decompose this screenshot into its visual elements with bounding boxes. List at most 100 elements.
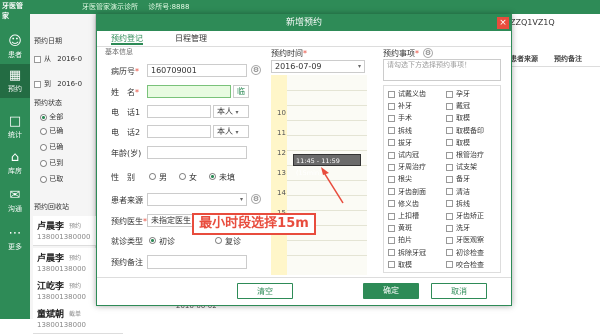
tab-schedule[interactable]: 日程管理 [175, 33, 207, 45]
status-option-all[interactable]: 全部 [40, 112, 63, 122]
ok-button[interactable]: 确定 [363, 283, 419, 299]
item-checkbox[interactable]: 试戴义齿 [388, 89, 426, 99]
checkbox[interactable] [388, 200, 395, 208]
gear-icon[interactable]: ⚙ [251, 65, 261, 75]
checkbox[interactable] [446, 249, 453, 257]
item-checkbox[interactable]: 牙齿剖面 [388, 187, 426, 197]
item-checkbox[interactable]: 备牙 [446, 174, 470, 184]
item-checkbox[interactable]: 根管治疗 [446, 150, 484, 160]
item-checkbox[interactable]: 取模 [388, 260, 412, 270]
item-checkbox[interactable]: 牙周治疗 [388, 162, 426, 172]
checkbox[interactable] [388, 102, 395, 110]
status-option[interactable]: 已确 [40, 142, 63, 152]
item-checkbox[interactable]: 孕牙 [446, 89, 470, 99]
to-checkbox[interactable] [34, 80, 41, 88]
item-checkbox[interactable]: 清洁 [446, 187, 470, 197]
checkbox[interactable] [446, 175, 453, 183]
checkbox[interactable] [388, 127, 395, 135]
record-input[interactable]: 160709001 [147, 64, 247, 77]
gender-female-radio[interactable] [179, 173, 186, 180]
items-textarea[interactable]: 请勾选下方选择预约事项！ [383, 59, 501, 81]
checkbox[interactable] [388, 151, 395, 159]
item-checkbox[interactable]: 拆除牙冠 [388, 248, 426, 258]
nav-item-patients[interactable]: ☺ 患者 [0, 30, 30, 64]
checkbox[interactable] [446, 90, 453, 98]
checkbox[interactable] [388, 249, 395, 257]
from-checkbox[interactable] [34, 55, 41, 63]
date-picker[interactable]: 2016-07-09 ▾ [271, 60, 365, 73]
checkbox[interactable] [388, 236, 395, 244]
phone1-input[interactable] [147, 105, 211, 118]
visit-first-radio[interactable] [149, 237, 156, 244]
checkbox[interactable] [388, 139, 395, 147]
checkbox[interactable] [388, 163, 395, 171]
checkbox[interactable] [446, 163, 453, 171]
temp-button[interactable]: 临 [233, 85, 249, 98]
item-checkbox[interactable]: 初诊检查 [446, 248, 484, 258]
gender-unset-radio[interactable] [209, 173, 216, 180]
nav-item-more[interactable]: ⋯ 更多 [0, 222, 30, 256]
to-date[interactable]: 2016-0 [57, 80, 82, 88]
item-checkbox[interactable]: 咬合检查 [446, 260, 484, 270]
checkbox[interactable] [446, 114, 453, 122]
phone1-owner-select[interactable]: 本人 ▾ [213, 105, 249, 118]
phone2-owner-select[interactable]: 本人 ▾ [213, 125, 249, 138]
checkbox[interactable] [446, 102, 453, 110]
item-checkbox[interactable]: 上扣槽 [388, 211, 419, 221]
nav-item-stats[interactable]: □ 统计 [0, 110, 30, 144]
nav-item-appointments[interactable]: ▦ 预约 [0, 64, 30, 98]
checkbox[interactable] [446, 236, 453, 244]
checkbox[interactable] [446, 127, 453, 135]
item-checkbox[interactable]: 取模 [446, 113, 470, 123]
close-button[interactable]: × [497, 17, 509, 29]
source-select[interactable]: ▾ [147, 193, 247, 206]
checkbox[interactable] [388, 175, 395, 183]
nav-item-warehouse[interactable]: ⌂ 库房 [0, 146, 30, 180]
visit-return-radio[interactable] [215, 237, 222, 244]
clear-button[interactable]: 清空 [237, 283, 293, 299]
item-checkbox[interactable]: 拔牙 [388, 138, 412, 148]
checkbox[interactable] [446, 188, 453, 196]
checkbox[interactable] [446, 212, 453, 220]
item-checkbox[interactable]: 补牙 [388, 101, 412, 111]
item-checkbox[interactable]: 戴冠 [446, 101, 470, 111]
checkbox[interactable] [446, 261, 453, 269]
item-checkbox[interactable]: 试支架 [446, 162, 477, 172]
gear-icon[interactable]: ⚙ [423, 48, 433, 58]
age-input[interactable] [147, 146, 247, 159]
gear-icon[interactable]: ⚙ [251, 194, 261, 204]
item-checkbox[interactable]: 拍片 [388, 235, 412, 245]
item-checkbox[interactable]: 牙齿矫正 [446, 211, 484, 221]
checkbox[interactable] [388, 261, 395, 269]
item-checkbox[interactable]: 根尖 [388, 174, 412, 184]
item-checkbox[interactable]: 取模备印 [446, 126, 484, 136]
note-input[interactable] [147, 255, 247, 269]
checkbox[interactable] [388, 224, 395, 232]
status-option[interactable]: 已到 [40, 158, 63, 168]
tab-register[interactable]: 预约登记 [111, 33, 143, 45]
from-date[interactable]: 2016-0 [57, 55, 82, 63]
name-input[interactable] [147, 85, 231, 98]
item-checkbox[interactable]: 牙医观察 [446, 235, 484, 245]
nav-item-communicate[interactable]: ✉ 沟通 [0, 184, 30, 218]
item-checkbox[interactable]: 试内冠 [388, 150, 419, 160]
item-checkbox[interactable]: 拆线 [388, 126, 412, 136]
checkbox[interactable] [446, 151, 453, 159]
phone2-input[interactable] [147, 125, 211, 138]
item-checkbox[interactable]: 取模 [446, 138, 470, 148]
checkbox[interactable] [388, 90, 395, 98]
checkbox[interactable] [446, 224, 453, 232]
item-checkbox[interactable]: 手术 [388, 113, 412, 123]
checkbox[interactable] [388, 114, 395, 122]
checkbox[interactable] [388, 212, 395, 220]
status-option[interactable]: 已取 [40, 174, 63, 184]
item-checkbox[interactable]: 洗牙 [446, 223, 470, 233]
checkbox[interactable] [446, 139, 453, 147]
checkbox[interactable] [446, 200, 453, 208]
item-checkbox[interactable]: 黄斑 [388, 223, 412, 233]
status-option[interactable]: 已确 [40, 126, 63, 136]
gender-male-radio[interactable] [149, 173, 156, 180]
cancel-button[interactable]: 取消 [431, 283, 487, 299]
item-checkbox[interactable]: 修义齿 [388, 199, 419, 209]
checkbox[interactable] [388, 188, 395, 196]
